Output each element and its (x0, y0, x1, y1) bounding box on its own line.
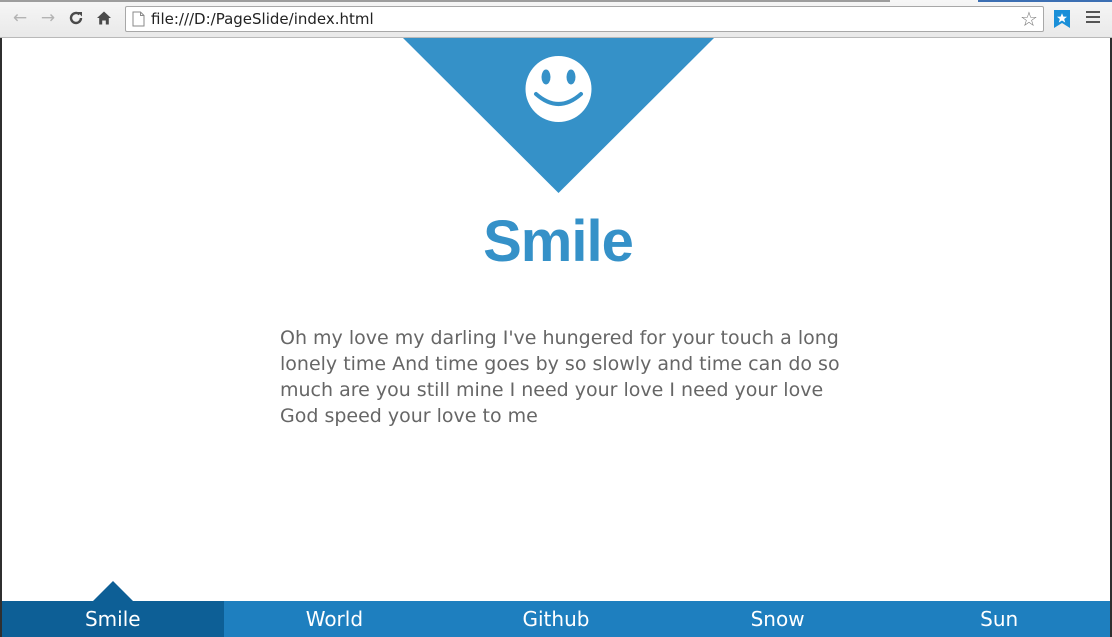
tab-edge-active (978, 0, 1112, 2)
tab-strip-edge (0, 0, 1112, 2)
url-text[interactable]: file:///D:/PageSlide/index.html (151, 10, 374, 28)
slide-header-triangle (403, 38, 714, 193)
smiley-face-icon (525, 56, 592, 122)
nav-item-label: World (305, 607, 364, 631)
menu-icon[interactable] (1086, 11, 1100, 25)
nav-item-smile[interactable]: Smile (2, 581, 224, 637)
back-arrow-icon[interactable]: ← (10, 8, 30, 28)
browser-toolbar: ← → file:///D:/PageSlide/index.html ☆ (0, 0, 1112, 38)
tab-edge-inactive (0, 0, 890, 2)
nav-item-label: Smile (84, 607, 141, 631)
active-indicator-arrow (92, 581, 133, 601)
reload-icon[interactable] (66, 8, 86, 28)
page-viewport: Smile Oh my love my darling I've hungere… (0, 38, 1112, 637)
nav-item-sun[interactable]: Sun (888, 601, 1110, 637)
forward-arrow-icon[interactable]: → (38, 8, 58, 28)
page-icon (132, 11, 145, 27)
slide-title: Smile (483, 209, 634, 274)
nav-item-github[interactable]: Github (445, 601, 667, 637)
slide-text: Oh my love my darling I've hungered for … (280, 327, 840, 427)
star-icon[interactable]: ☆ (1018, 8, 1040, 30)
nav-item-snow[interactable]: Snow (667, 601, 889, 637)
bookmark-extension-icon[interactable] (1052, 9, 1072, 29)
home-icon[interactable] (94, 8, 114, 28)
nav-item-label: Snow (750, 607, 805, 631)
nav-item-world[interactable]: World (224, 601, 446, 637)
address-bar[interactable]: file:///D:/PageSlide/index.html ☆ (125, 6, 1044, 32)
nav-item-label: Sun (980, 607, 1019, 631)
bottom-nav: Smile World Github Snow Sun (2, 581, 1110, 637)
nav-item-label: Github (522, 607, 590, 631)
